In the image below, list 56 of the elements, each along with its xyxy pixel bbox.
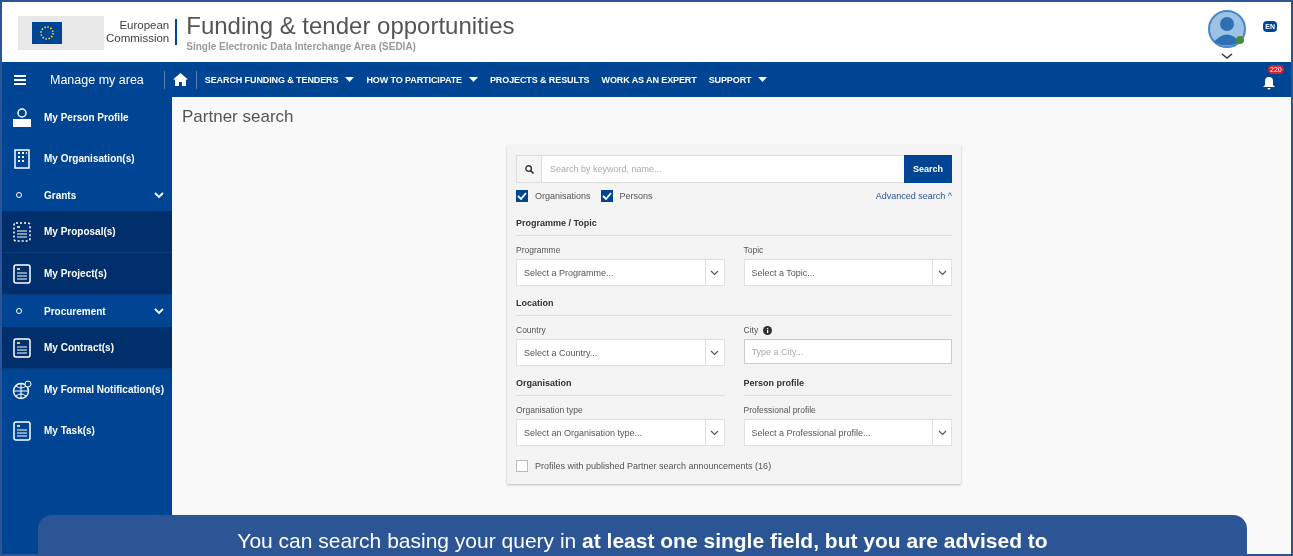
document-icon (12, 420, 32, 441)
site-subtitle: Single Electronic Data Interchange Area (SEDIA) (186, 40, 417, 52)
section-heading: Programme / Topic (516, 218, 952, 236)
checkbox-label: Organisations (535, 191, 591, 201)
checkbox[interactable] (600, 190, 613, 202)
document-icon (12, 263, 32, 284)
search-button[interactable]: Search (903, 155, 952, 183)
field-label: Country (516, 325, 546, 335)
field-label: Professional profile (743, 405, 816, 415)
field-label: Organisation type (516, 405, 583, 415)
sidebar-item[interactable]: My Project(s) (2, 253, 172, 295)
section-heading: Person profile (743, 378, 952, 396)
chevron-down-icon (154, 191, 164, 199)
menu-icon[interactable] (14, 74, 26, 85)
section-heading: Location (516, 298, 952, 316)
document-icon (12, 337, 32, 358)
nav-menu-item[interactable]: PROJECTS & RESULTS (489, 74, 590, 85)
text-input-field[interactable]: Type a City... (743, 339, 952, 364)
field-label: Topic (743, 245, 764, 255)
select-dropdown[interactable]: Select a Professional profile... (743, 419, 952, 446)
tip-text: You can search basing your query in at least one single field, but you are advised to (237, 529, 1048, 552)
checkbox-label: Persons (619, 191, 653, 201)
field-label: City (743, 325, 759, 335)
checkbox-label: Profiles with published Partner search announcements (16) (535, 461, 772, 471)
chevron-down-icon (710, 269, 719, 276)
nav-menu-item[interactable]: SEARCH FUNDING & TENDERS (204, 74, 355, 85)
site-title: Funding & tender opportunities (186, 12, 515, 39)
chevron-down-icon (154, 307, 164, 315)
page-title: Partner search (182, 107, 295, 127)
commission-logo-text: European Commission (106, 19, 178, 45)
select-dropdown[interactable]: Select a Country... (516, 339, 725, 366)
nav-menu-item[interactable]: SUPPORT (708, 74, 768, 85)
checkbox[interactable] (516, 190, 528, 202)
building-icon (12, 148, 32, 169)
checkbox[interactable] (516, 460, 528, 472)
chevron-down-icon (710, 429, 719, 436)
sidebar-item[interactable]: My Contract(s) (2, 327, 172, 369)
select-dropdown[interactable]: Select a Programme... (516, 259, 725, 286)
bell-icon[interactable] (1263, 76, 1275, 90)
nav-menu-item[interactable]: WORK AS AN EXPERT (601, 74, 697, 85)
section-heading: Organisation (516, 378, 725, 396)
select-dropdown[interactable]: Select a Topic... (743, 259, 952, 286)
nav-menu-item[interactable]: HOW TO PARTICIPATE (366, 74, 478, 85)
chevron-down-icon (710, 349, 719, 356)
select-dropdown[interactable]: Select an Organisation type... (516, 419, 725, 446)
person-badge-icon (12, 107, 32, 128)
sidebar-item[interactable]: My Proposal(s) (2, 211, 172, 253)
chevron-down-icon (937, 269, 947, 276)
globe-icon (12, 379, 32, 400)
advanced-search-link[interactable]: Advanced search ^ (875, 191, 952, 201)
chevron-down-icon (937, 429, 947, 436)
search-icon (524, 164, 534, 174)
dashed-document-icon (12, 221, 32, 242)
field-label: Programme (516, 245, 561, 255)
home-icon[interactable] (172, 73, 188, 86)
manage-my-area-link[interactable]: Manage my area (50, 72, 144, 87)
